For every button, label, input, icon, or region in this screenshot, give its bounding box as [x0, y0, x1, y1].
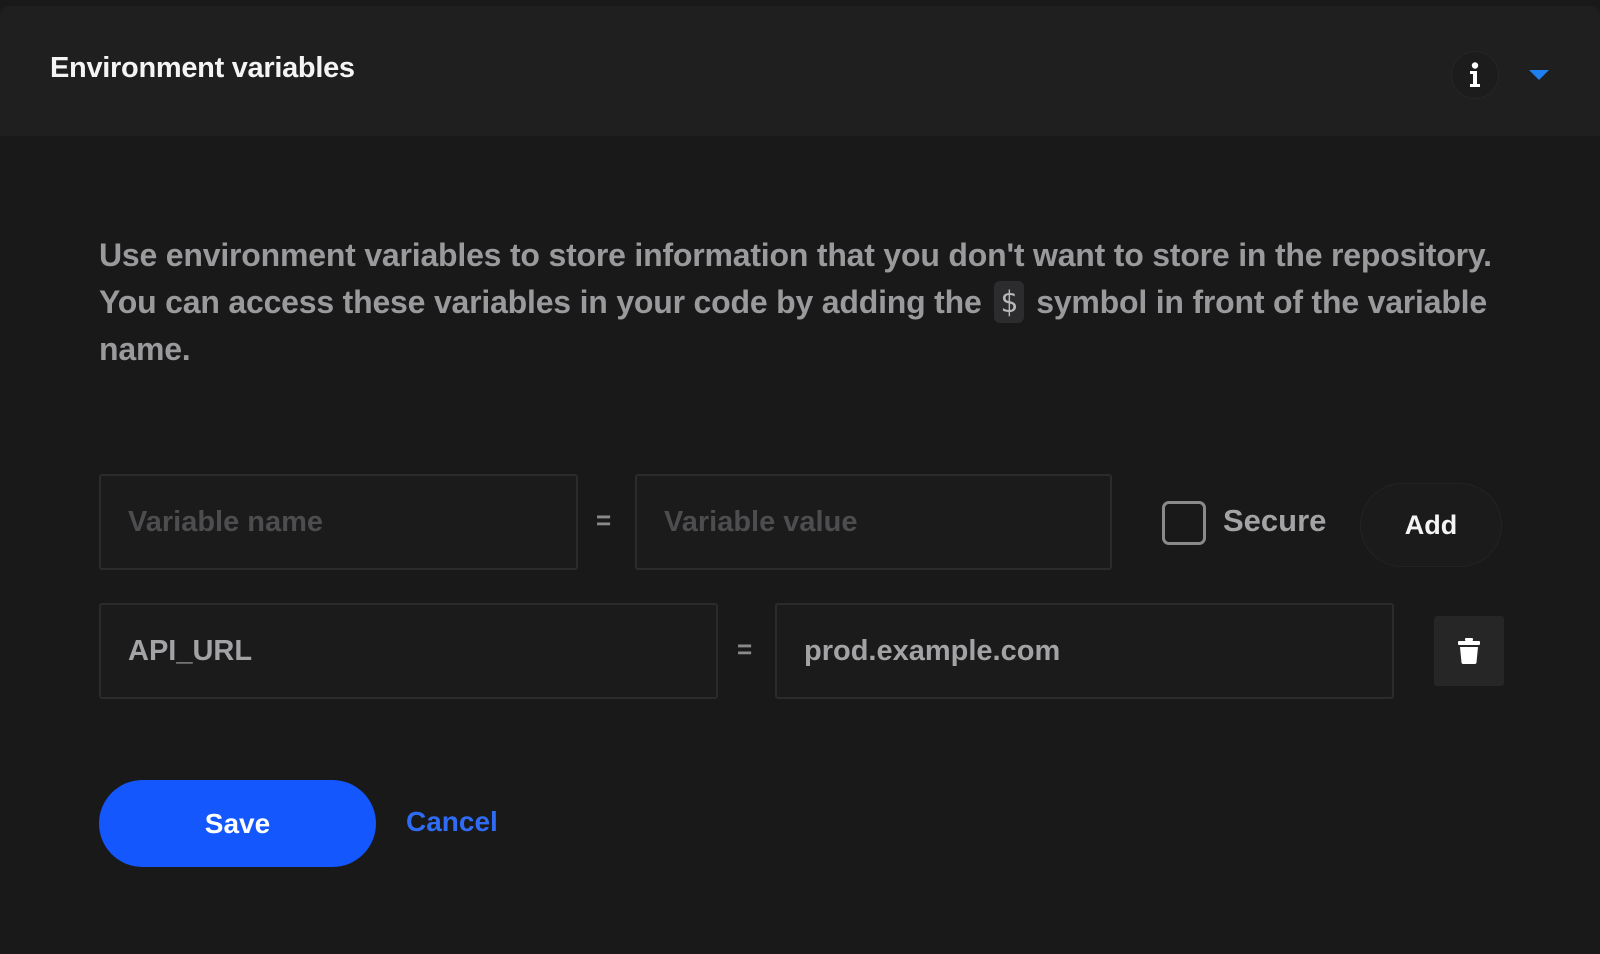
equals-sign: = [737, 634, 753, 664]
code-snippet: $ [994, 281, 1024, 323]
page-title: Environment variables [50, 52, 355, 84]
panel-header: Environment variables [0, 6, 1600, 136]
collapse-toggle[interactable] [1528, 68, 1550, 82]
existing-variable-value-field[interactable]: prod.example.com [775, 603, 1394, 699]
existing-variable-name-field[interactable]: API_URL [99, 603, 718, 699]
save-button[interactable]: Save [99, 780, 376, 867]
info-icon [1470, 62, 1480, 87]
secure-label[interactable]: Secure [1223, 503, 1326, 539]
delete-variable-button[interactable] [1434, 616, 1504, 686]
description-text: Use environment variables to store infor… [99, 232, 1519, 373]
chevron-down-icon [1529, 70, 1549, 80]
variable-name-input[interactable]: Variable name [99, 474, 578, 570]
variable-value-placeholder: Variable value [664, 505, 858, 538]
environment-variables-panel: Environment variables Use environment va… [0, 0, 1600, 954]
info-button[interactable] [1452, 52, 1498, 98]
existing-variable-value: prod.example.com [804, 634, 1061, 667]
add-button[interactable]: Add [1361, 484, 1501, 566]
cancel-link[interactable]: Cancel [406, 806, 498, 838]
equals-sign: = [596, 505, 612, 535]
variable-value-input[interactable]: Variable value [635, 474, 1112, 570]
existing-variable-name: API_URL [128, 634, 253, 667]
secure-checkbox[interactable] [1162, 501, 1206, 545]
variable-name-placeholder: Variable name [128, 505, 324, 538]
trash-icon [1458, 638, 1480, 664]
